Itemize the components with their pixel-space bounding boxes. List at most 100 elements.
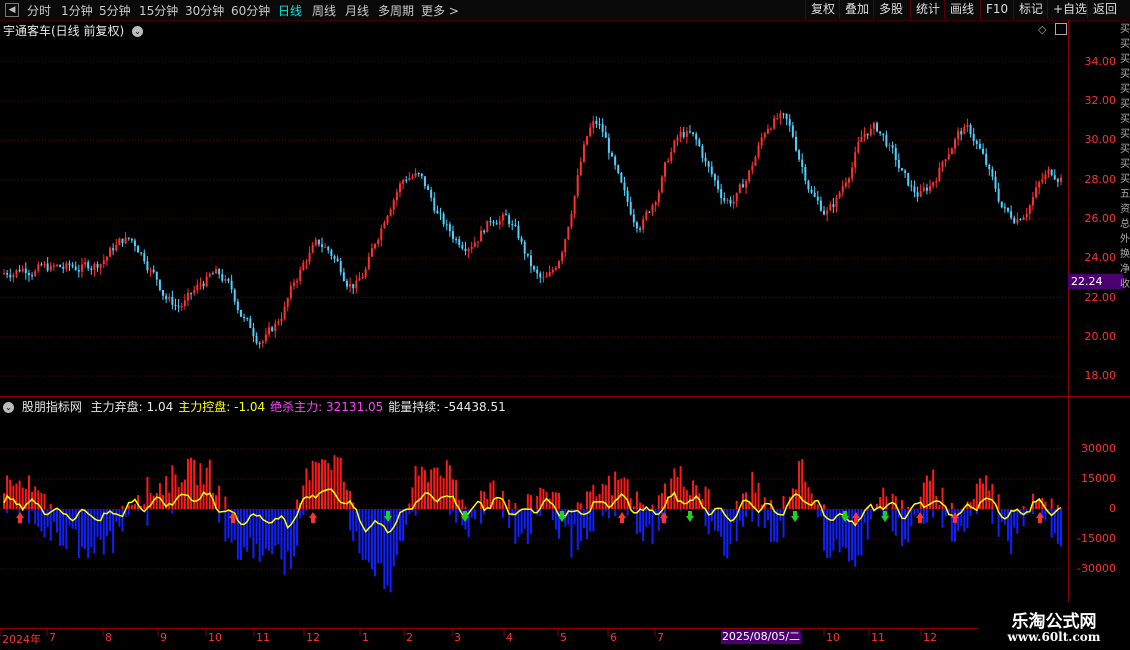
indicator-bar (882, 487, 885, 509)
candle-body (115, 244, 118, 251)
candle-body (1031, 197, 1034, 206)
indicator-bar (99, 509, 102, 540)
indicator-bar (180, 482, 183, 509)
x-tick-label: 12 (306, 631, 320, 644)
candle-body (196, 284, 199, 291)
candle-body (991, 169, 994, 177)
indicator-bar (461, 499, 464, 509)
candle-body (46, 263, 49, 271)
candle-body (71, 265, 74, 267)
candle-body (872, 123, 875, 129)
indicator-bar (679, 509, 682, 512)
indicator-bar (46, 509, 49, 528)
candle-body (140, 252, 143, 254)
indicator-bar (576, 502, 579, 509)
candle-body (679, 132, 682, 138)
indicator-bar (21, 487, 24, 509)
candle-body (34, 270, 37, 276)
candle-body (473, 242, 476, 247)
indicator-bar (576, 509, 579, 551)
candle-body (829, 204, 832, 211)
candle-body (15, 269, 18, 275)
kline-chart[interactable] (0, 0, 1130, 650)
x-tick-label: 10 (826, 631, 840, 644)
candle-body (439, 213, 442, 215)
indicator-bar (501, 509, 504, 518)
candle-body (735, 192, 738, 202)
indicator-bar (679, 466, 682, 509)
candle-body (773, 118, 776, 129)
y-tick-label: 34.00 (1084, 54, 1117, 68)
candle-body (124, 237, 127, 244)
candle-body (498, 220, 501, 225)
indicator-bar (408, 503, 411, 509)
candle-body (745, 181, 748, 188)
side-panel-label: 买 (1120, 39, 1130, 50)
quote-side-panel: 买买买买买买买买买买买五资总外换净收 (1120, 22, 1130, 397)
candle-body (629, 201, 632, 215)
candle-body (476, 241, 479, 243)
candle-body (576, 175, 579, 196)
indicator-bar (286, 509, 289, 552)
candle-body (436, 210, 439, 214)
indicator-bar (308, 480, 311, 509)
down-arrow-icon (881, 511, 889, 522)
candle-body (243, 316, 246, 319)
indicator-dropdown-icon[interactable]: ⌄ (3, 402, 14, 413)
indicator-bar (130, 504, 133, 509)
candle-body (573, 195, 576, 215)
indicator-bar (196, 485, 199, 509)
candle-body (280, 318, 283, 322)
candle-body (264, 334, 267, 342)
candle-body (258, 342, 261, 344)
indicator-bar (367, 509, 370, 563)
candle-body (794, 136, 797, 151)
candle-body (190, 292, 193, 294)
indicator-bar (1056, 509, 1059, 544)
candle-body (349, 284, 352, 287)
candle-body (751, 165, 754, 171)
candle-body (757, 145, 760, 158)
candle-body (361, 277, 364, 279)
indicator-bar (84, 509, 87, 549)
indicator-bar (807, 487, 810, 509)
candle-body (430, 189, 433, 198)
candle-body (374, 243, 377, 249)
indicator-bar (112, 509, 115, 553)
candle-body (461, 245, 464, 249)
candle-body (177, 305, 180, 307)
candle-body (283, 306, 286, 319)
side-panel-label: 买 (1120, 99, 1130, 110)
indicator-bar (720, 509, 723, 537)
candle-body (539, 273, 542, 278)
indicator-bar (941, 487, 944, 509)
indicator-bar (607, 475, 610, 509)
candle-body (352, 284, 355, 289)
candle-body (664, 162, 667, 177)
candle-body (168, 296, 171, 300)
candle-body (876, 123, 879, 132)
indicator-bar (523, 509, 526, 529)
candle-body (732, 201, 735, 204)
side-panel-label: 买 (1120, 159, 1130, 170)
candle-body (448, 224, 451, 232)
indicator-bar (218, 485, 221, 509)
candle-body (642, 219, 645, 230)
side-panel-label: 五 (1120, 189, 1130, 200)
y-tick-label: 26.00 (1084, 211, 1117, 225)
candle-body (707, 161, 710, 167)
indicator-bar (551, 509, 554, 521)
candle-body (442, 213, 445, 225)
candle-body (785, 113, 788, 120)
candle-body (1050, 169, 1053, 176)
indicator-bar (93, 509, 96, 554)
x-tick-label: 7 (49, 631, 56, 644)
indicator-bar (236, 509, 239, 560)
indicator-bar (118, 509, 121, 527)
watermark: 乐淘公式网 www.60lt.com (978, 602, 1130, 650)
indicator-bar (96, 509, 99, 537)
candle-body (804, 166, 807, 181)
candle-body (682, 132, 685, 137)
candle-body (427, 186, 430, 190)
indicator-bar (891, 509, 894, 532)
